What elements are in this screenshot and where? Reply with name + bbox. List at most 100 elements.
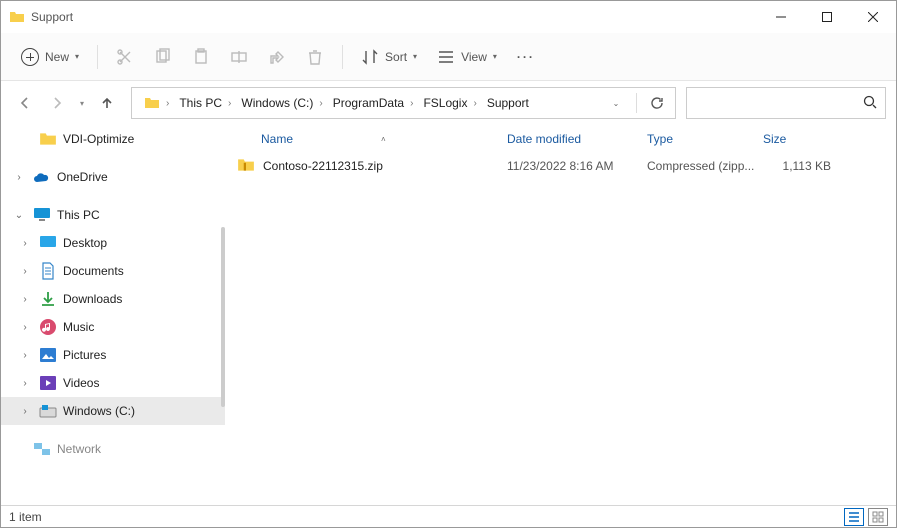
- breadcrumb-segment[interactable]: FSLogix›: [419, 96, 482, 110]
- overflow-button[interactable]: ···: [509, 40, 543, 74]
- collapse-icon[interactable]: ⌄: [11, 210, 27, 221]
- expand-icon[interactable]: ›: [11, 172, 27, 183]
- tree-item-music[interactable]: › Music: [1, 313, 225, 341]
- chevron-down-icon: ▾: [413, 52, 417, 61]
- breadcrumb-segment[interactable]: Support: [483, 96, 533, 110]
- sort-label: Sort: [385, 50, 407, 64]
- tree-item-vdi-optimize[interactable]: VDI-Optimize: [1, 125, 225, 153]
- refresh-button[interactable]: [643, 89, 671, 117]
- chevron-down-icon: ▾: [75, 52, 79, 61]
- expand-icon[interactable]: ›: [17, 406, 33, 417]
- cut-button[interactable]: [108, 40, 142, 74]
- navigation-tree[interactable]: VDI-Optimize › OneDrive ⌄ This PC › Desk…: [1, 125, 225, 505]
- close-button[interactable]: [850, 1, 896, 33]
- address-bar[interactable]: › This PC› Windows (C:)› ProgramData› FS…: [131, 87, 676, 119]
- folder-icon: [39, 130, 57, 148]
- search-box[interactable]: [686, 87, 886, 119]
- copy-icon: [154, 48, 172, 66]
- separator: [636, 93, 637, 113]
- drive-icon: [39, 402, 57, 420]
- item-count: 1 item: [9, 510, 42, 524]
- chevron-right-icon: ›: [164, 98, 171, 109]
- tree-item-desktop[interactable]: › Desktop: [1, 229, 225, 257]
- tree-item-this-pc[interactable]: ⌄ This PC: [1, 201, 225, 229]
- share-icon: [268, 48, 286, 66]
- window-title: Support: [31, 10, 73, 24]
- tree-item-downloads[interactable]: › Downloads: [1, 285, 225, 313]
- download-icon: [39, 290, 57, 308]
- rename-icon: [230, 48, 248, 66]
- paste-button[interactable]: [184, 40, 218, 74]
- expand-icon[interactable]: ›: [17, 322, 33, 333]
- separator: [342, 45, 343, 69]
- maximize-button[interactable]: [804, 1, 850, 33]
- view-button[interactable]: View ▾: [429, 40, 505, 74]
- sort-ascending-icon: ˄: [381, 135, 386, 144]
- rename-button[interactable]: [222, 40, 256, 74]
- tree-item-windows-c[interactable]: › Windows (C:): [1, 397, 225, 425]
- scrollbar[interactable]: [221, 227, 225, 407]
- content-pane: Name ˄ Date modified Type Size Contoso-2…: [225, 125, 896, 505]
- separator: [97, 45, 98, 69]
- new-label: New: [45, 50, 69, 64]
- expand-icon[interactable]: ›: [17, 238, 33, 249]
- share-button[interactable]: [260, 40, 294, 74]
- column-header-name[interactable]: Name ˄: [261, 132, 507, 146]
- expand-icon[interactable]: ›: [17, 294, 33, 305]
- tree-item-onedrive[interactable]: › OneDrive: [1, 163, 225, 191]
- breadcrumb-segment[interactable]: ProgramData›: [329, 96, 420, 110]
- back-button[interactable]: [11, 89, 39, 117]
- sort-button[interactable]: Sort ▾: [353, 40, 425, 74]
- up-button[interactable]: [93, 89, 121, 117]
- chevron-right-icon: ›: [226, 98, 233, 109]
- tree-item-videos[interactable]: › Videos: [1, 369, 225, 397]
- folder-icon: [9, 9, 25, 25]
- monitor-icon: [33, 206, 51, 224]
- music-icon: [39, 318, 57, 336]
- file-row[interactable]: Contoso-22112315.zip 11/23/2022 8:16 AM …: [225, 153, 896, 179]
- chevron-down-icon: ▾: [493, 52, 497, 61]
- thumbnails-view-toggle[interactable]: [868, 508, 888, 526]
- clipboard-icon: [192, 48, 210, 66]
- search-input[interactable]: [695, 95, 863, 111]
- trash-icon: [306, 48, 324, 66]
- recent-locations-button[interactable]: ▾: [75, 89, 89, 117]
- desktop-icon: [39, 234, 57, 252]
- forward-button[interactable]: [43, 89, 71, 117]
- delete-button[interactable]: [298, 40, 332, 74]
- view-icon: [437, 48, 455, 66]
- tree-item-pictures[interactable]: › Pictures: [1, 341, 225, 369]
- new-button[interactable]: New ▾: [13, 40, 87, 74]
- search-icon[interactable]: [863, 95, 877, 112]
- sort-icon: [361, 48, 379, 66]
- details-view-toggle[interactable]: [844, 508, 864, 526]
- minimize-button[interactable]: [758, 1, 804, 33]
- column-headers: Name ˄ Date modified Type Size: [225, 125, 896, 153]
- column-header-size[interactable]: Size: [763, 132, 843, 146]
- tree-item-network[interactable]: Network: [1, 435, 225, 463]
- picture-icon: [39, 346, 57, 364]
- copy-button[interactable]: [146, 40, 180, 74]
- breadcrumb-segment[interactable]: This PC›: [175, 96, 237, 110]
- breadcrumb-segment[interactable]: Windows (C:)›: [237, 96, 328, 110]
- plus-circle-icon: [21, 48, 39, 66]
- view-label: View: [461, 50, 487, 64]
- scissors-icon: [116, 48, 134, 66]
- network-icon: [33, 440, 51, 458]
- column-header-date[interactable]: Date modified: [507, 132, 647, 146]
- address-history-button[interactable]: ⌄: [602, 89, 630, 117]
- expand-icon[interactable]: ›: [17, 350, 33, 361]
- video-icon: [39, 374, 57, 392]
- navigation-row: ▾ › This PC› Windows (C:)› ProgramData› …: [1, 81, 896, 125]
- chevron-right-icon: ›: [471, 98, 478, 109]
- chevron-right-icon: ›: [408, 98, 415, 109]
- file-type: Compressed (zipp...: [647, 159, 763, 173]
- expand-icon[interactable]: ›: [17, 378, 33, 389]
- toolbar: New ▾ Sort ▾ View ▾ ···: [1, 33, 896, 81]
- tree-item-documents[interactable]: › Documents: [1, 257, 225, 285]
- column-header-type[interactable]: Type: [647, 132, 763, 146]
- ellipsis-icon: ···: [517, 50, 535, 64]
- expand-icon[interactable]: ›: [17, 266, 33, 277]
- document-icon: [39, 262, 57, 280]
- breadcrumb-root-icon[interactable]: ›: [140, 95, 175, 111]
